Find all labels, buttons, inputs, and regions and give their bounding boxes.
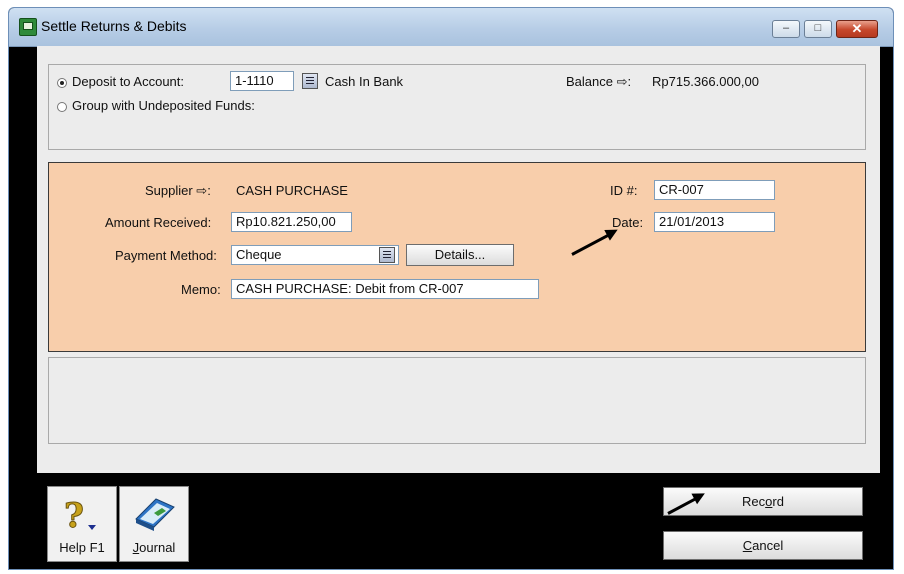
amount-received-label: Amount Received:	[105, 215, 212, 230]
account-name: Cash In Bank	[325, 74, 404, 89]
group-undeposited-label[interactable]: Group with Undeposited Funds:	[72, 98, 255, 113]
journal-book-icon	[135, 498, 175, 531]
date-field[interactable]: 21/01/2013	[654, 212, 775, 232]
account-number-field[interactable]: 1-1110	[230, 71, 294, 91]
account-lookup-icon[interactable]	[302, 73, 318, 89]
maximize-button[interactable]: □	[804, 20, 832, 38]
journal-label: Journal	[132, 540, 176, 555]
title-bar[interactable]: Settle Returns & Debits – □ ✕	[9, 8, 893, 47]
deposit-to-account-label[interactable]: Deposit to Account:	[72, 74, 184, 89]
minimize-button[interactable]: –	[772, 20, 800, 38]
group-undeposited-radio[interactable]	[57, 102, 67, 112]
balance-value: Rp715.366.000,00	[652, 74, 759, 89]
memo-field[interactable]: CASH PURCHASE: Debit from CR-007	[231, 279, 539, 299]
app-icon	[19, 18, 37, 36]
id-label: ID #:	[610, 183, 638, 198]
payment-method-field[interactable]: Cheque	[231, 245, 399, 265]
amount-received-field[interactable]: Rp10.821.250,00	[231, 212, 352, 232]
svg-text:?: ?	[64, 496, 84, 535]
details-button[interactable]: Details...	[406, 244, 514, 266]
supplier-label[interactable]: Supplier ⇨:	[145, 183, 211, 199]
settle-returns-window: Settle Returns & Debits – □ ✕ Deposit to…	[8, 7, 894, 570]
journal-button[interactable]: Journal	[119, 486, 189, 562]
payment-details-panel: Supplier ⇨: CASH PURCHASE ID #: CR-007 A…	[48, 162, 866, 352]
blank-panel	[48, 357, 866, 444]
memo-label: Memo:	[181, 282, 221, 297]
help-label: Help F1	[59, 540, 105, 555]
dialog-body: Deposit to Account: 1-1110 Cash In Bank …	[37, 46, 880, 473]
id-field[interactable]: CR-007	[654, 180, 775, 200]
question-mark-icon: ?	[64, 496, 96, 535]
cancel-button[interactable]: Cancel	[663, 531, 863, 560]
payment-method-dropdown-icon[interactable]	[379, 247, 395, 263]
supplier-value: CASH PURCHASE	[236, 183, 348, 198]
window-title: Settle Returns & Debits	[41, 18, 187, 34]
close-button[interactable]: ✕	[836, 20, 878, 38]
payment-method-label: Payment Method:	[115, 248, 217, 263]
deposit-to-account-radio[interactable]	[57, 78, 67, 88]
balance-label[interactable]: Balance ⇨:	[566, 74, 631, 90]
deposit-group: Deposit to Account: 1-1110 Cash In Bank …	[48, 64, 866, 150]
help-button[interactable]: ? Help F1	[47, 486, 117, 562]
